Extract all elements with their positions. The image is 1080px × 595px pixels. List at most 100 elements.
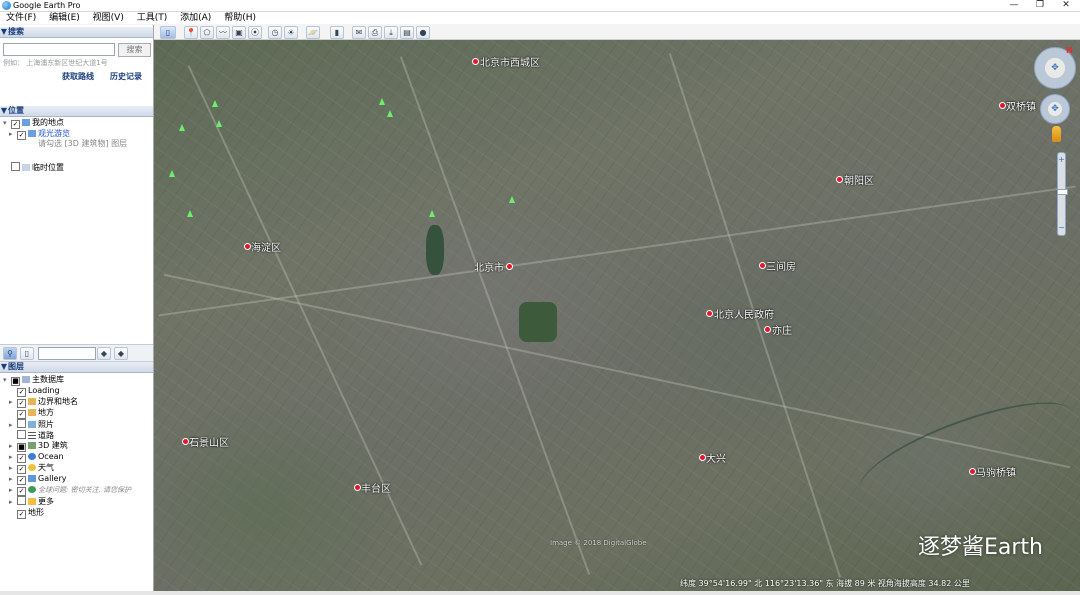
place-pin-icon[interactable] bbox=[759, 262, 766, 269]
path-icon[interactable]: 〰 bbox=[216, 26, 230, 39]
get-directions-link[interactable]: 获取路线 bbox=[62, 71, 94, 82]
panel-toggle-icon[interactable]: ▯ bbox=[20, 347, 34, 360]
map-label-haidian[interactable]: 海淀区 bbox=[251, 239, 281, 254]
layer-item[interactable]: ▸ ✓ 全球问题: 密切关注. 请您保护 bbox=[9, 485, 131, 496]
map-label-fengtai[interactable]: 丰台区 bbox=[361, 480, 391, 495]
layer-item[interactable]: ▸ ✓ 边界和地名 bbox=[9, 397, 78, 408]
map-view[interactable]: 北京市西城区 海淀区 北京市 北京人民政府 石景山区 丰台区 朝阳区 双桥镇 三… bbox=[154, 40, 1080, 591]
polygon-icon[interactable]: ⬠ bbox=[200, 26, 214, 39]
places-section-header[interactable]: ▼位置 bbox=[0, 106, 153, 117]
email-icon[interactable]: ✉ bbox=[352, 26, 366, 39]
expand-triangle-icon[interactable]: ▸ bbox=[9, 452, 17, 462]
map-label-daxing[interactable]: 大兴 bbox=[706, 450, 726, 465]
checkbox[interactable]: ✓ bbox=[17, 399, 26, 408]
print-icon[interactable]: ⎙ bbox=[368, 26, 382, 39]
layer-item[interactable]: ▸ ■ 3D 建筑 bbox=[9, 441, 68, 452]
place-pin-icon[interactable] bbox=[182, 438, 189, 445]
place-pin-icon[interactable] bbox=[764, 326, 771, 333]
map-label-majuqiao[interactable]: 马驹桥镇 bbox=[976, 464, 1016, 479]
tree-placemark-icon[interactable] bbox=[379, 98, 385, 105]
checkbox[interactable]: ✓ bbox=[17, 465, 26, 474]
move-up-icon[interactable]: ◆ bbox=[97, 347, 111, 360]
place-pin-icon[interactable] bbox=[244, 243, 251, 250]
map-label-shuangqiao[interactable]: 双桥镇 bbox=[1006, 98, 1036, 113]
expand-triangle-icon[interactable]: ▸ bbox=[9, 129, 17, 139]
placemark-icon[interactable]: 📍 bbox=[184, 26, 198, 39]
save-image-icon[interactable]: ⤓ bbox=[384, 26, 398, 39]
minimize-icon[interactable]: — bbox=[1006, 0, 1022, 11]
layer-item[interactable]: 道路 bbox=[9, 430, 54, 441]
my-places-item[interactable]: ▾ ✓ 我的地点 bbox=[3, 118, 64, 129]
checkbox[interactable] bbox=[17, 496, 26, 505]
layer-item[interactable]: ▸ ✓ Gallery bbox=[9, 474, 67, 485]
place-pin-icon[interactable] bbox=[506, 263, 513, 270]
zoom-out-icon[interactable]: − bbox=[1058, 223, 1065, 232]
image-overlay-icon[interactable]: ▣ bbox=[232, 26, 246, 39]
map-label-beijing[interactable]: 北京市 bbox=[474, 259, 504, 274]
layer-item[interactable]: ▸ 照片 bbox=[9, 419, 54, 430]
map-label-chaoyang[interactable]: 朝阳区 bbox=[844, 172, 874, 187]
layer-item[interactable]: ✓ 地形 bbox=[9, 508, 44, 519]
layer-primary-database[interactable]: ▾ ■ 主数据库 bbox=[3, 375, 64, 386]
move-control[interactable]: ✥ bbox=[1040, 94, 1070, 124]
expand-triangle-icon[interactable]: ▸ bbox=[9, 463, 17, 473]
layers-section-header[interactable]: ▼图层 bbox=[0, 362, 153, 373]
tree-placemark-icon[interactable] bbox=[187, 210, 193, 217]
search-button[interactable]: 搜索 bbox=[118, 43, 151, 57]
collapse-triangle-icon[interactable]: ▾ bbox=[3, 375, 11, 385]
move-down-icon[interactable]: ◆ bbox=[114, 347, 128, 360]
places-filter-input[interactable] bbox=[38, 347, 96, 360]
checkbox[interactable]: ✓ bbox=[17, 131, 26, 140]
menu-add[interactable]: 添加(A) bbox=[178, 12, 213, 24]
checkbox[interactable]: ✓ bbox=[11, 120, 20, 129]
expand-triangle-icon[interactable]: ▸ bbox=[9, 397, 17, 407]
zoom-in-icon[interactable]: + bbox=[1058, 155, 1065, 164]
checkbox[interactable]: ■ bbox=[11, 377, 20, 386]
checkbox[interactable]: ✓ bbox=[17, 476, 26, 485]
layer-item[interactable]: ▸ ✓ Ocean bbox=[9, 452, 64, 463]
view-in-maps-icon[interactable]: ▤ bbox=[400, 26, 414, 39]
tree-placemark-icon[interactable] bbox=[216, 120, 222, 127]
expand-triangle-icon[interactable]: ▸ bbox=[9, 420, 17, 430]
tree-placemark-icon[interactable] bbox=[387, 110, 393, 117]
map-label-yizhuang[interactable]: 亦庄 bbox=[772, 322, 792, 337]
map-label-gov[interactable]: 北京人民政府 bbox=[714, 306, 774, 321]
search-section-header[interactable]: ▼搜索 bbox=[0, 27, 153, 38]
place-pin-icon[interactable] bbox=[706, 310, 713, 317]
close-icon[interactable]: ✕ bbox=[1058, 0, 1074, 11]
search-input[interactable] bbox=[3, 43, 115, 56]
temp-places-item[interactable]: 临时位置 bbox=[3, 162, 64, 173]
checkbox[interactable] bbox=[17, 419, 26, 428]
earth-gallery-icon[interactable]: ● bbox=[416, 26, 430, 39]
maximize-icon[interactable]: ❐ bbox=[1032, 0, 1048, 11]
menu-file[interactable]: 文件(F) bbox=[4, 12, 38, 24]
place-pin-icon[interactable] bbox=[699, 454, 706, 461]
sidebar-toggle-icon[interactable]: ▯ bbox=[160, 26, 176, 39]
street-view-pegman-icon[interactable] bbox=[1052, 126, 1061, 142]
checkbox[interactable] bbox=[11, 162, 20, 171]
checkbox[interactable]: ✓ bbox=[17, 410, 26, 419]
tree-placemark-icon[interactable] bbox=[212, 100, 218, 107]
planet-icon[interactable]: 🪐 bbox=[306, 26, 320, 39]
menu-tools[interactable]: 工具(T) bbox=[135, 12, 170, 24]
map-label-sanjianfang[interactable]: 三间房 bbox=[766, 258, 796, 273]
checkbox[interactable]: ✓ bbox=[17, 510, 26, 519]
layer-item[interactable]: ✓ Loading bbox=[9, 386, 60, 397]
zoom-slider[interactable]: + − bbox=[1057, 152, 1068, 236]
expand-triangle-icon[interactable]: ▸ bbox=[9, 441, 17, 451]
north-indicator-icon[interactable]: N bbox=[1066, 46, 1073, 55]
place-pin-icon[interactable] bbox=[354, 484, 361, 491]
layer-item[interactable]: ✓ 地方 bbox=[9, 408, 54, 419]
place-pin-icon[interactable] bbox=[836, 176, 843, 183]
sunlight-icon[interactable]: ☀ bbox=[284, 26, 298, 39]
place-pin-icon[interactable] bbox=[472, 58, 479, 65]
collapse-triangle-icon[interactable]: ▾ bbox=[3, 118, 11, 128]
search-icon[interactable]: ⚲ bbox=[3, 347, 17, 360]
menu-edit[interactable]: 编辑(E) bbox=[47, 12, 82, 24]
checkbox[interactable] bbox=[17, 430, 26, 439]
map-label-xicheng[interactable]: 北京市西城区 bbox=[480, 54, 540, 69]
checkbox[interactable]: ✓ bbox=[17, 388, 26, 397]
tree-placemark-icon[interactable] bbox=[509, 196, 515, 203]
menu-help[interactable]: 帮助(H) bbox=[222, 12, 258, 24]
place-pin-icon[interactable] bbox=[969, 468, 976, 475]
